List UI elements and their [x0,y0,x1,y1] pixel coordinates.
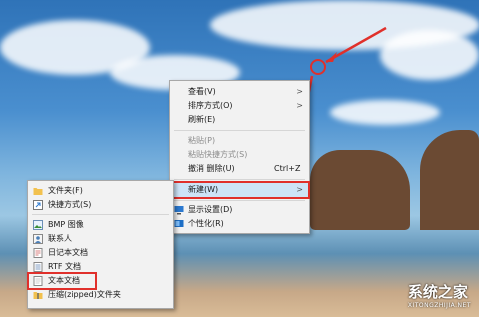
rtf-document-icon [33,262,43,272]
submenu-item-shortcut[interactable]: 快捷方式(S) [28,198,173,212]
folder-icon [33,188,43,195]
menu-item-shortcut: Ctrl+Z [274,164,301,173]
submenu-item-label: 快捷方式(S) [48,200,92,209]
menu-item-label: 显示设置(D) [188,205,233,214]
image-icon [33,220,43,230]
menu-item-label: 个性化(R) [188,219,224,228]
personalize-icon [174,220,184,227]
menu-item-display-settings[interactable]: 显示设置(D) [170,203,309,217]
submenu-item-journal-document[interactable]: 日记本文档 [28,246,173,260]
watermark-brand: 系统之家 [407,283,468,301]
menu-separator [174,179,305,180]
menu-item-label: 查看(V) [188,87,216,96]
submenu-item-label: RTF 文档 [48,262,82,271]
new-item-highlight [169,181,310,199]
submenu-item-label: 联系人 [48,234,72,243]
menu-item-refresh[interactable]: 刷新(E) [170,113,309,127]
desktop-context-menu: 查看(V) > 排序方式(O) > 刷新(E) 粘贴(P) 粘贴快捷方式(S) … [169,80,310,234]
submenu-item-label: 文件夹(F) [48,186,83,195]
watermark: 系统之家 XITONGZHIJIA.NET [408,281,471,309]
submenu-item-zip-folder[interactable]: 压缩(zipped)文件夹 [28,288,173,302]
submenu-item-bmp-image[interactable]: BMP 图像 [28,218,173,232]
contact-icon [33,234,43,244]
submenu-item-label: 日记本文档 [48,248,88,257]
menu-item-label: 刷新(E) [188,115,216,124]
new-submenu: 文件夹(F) 快捷方式(S) BMP 图像 联系人 日记本文档 RTF 文档 文… [27,180,174,309]
submenu-item-contact[interactable]: 联系人 [28,232,173,246]
menu-item-label: 粘贴(P) [188,136,216,145]
menu-separator [174,200,305,201]
menu-item-paste[interactable]: 粘贴(P) [170,134,309,148]
submenu-item-label: BMP 图像 [48,220,84,229]
zip-folder-icon [33,292,43,299]
menu-separator [174,130,305,131]
menu-item-undo-delete[interactable]: 撤消 删除(U) Ctrl+Z [170,162,309,176]
display-icon [174,206,184,215]
menu-separator [32,214,169,215]
watermark-url: XITONGZHIJIA.NET [407,302,471,309]
journal-icon [33,248,43,258]
menu-item-view[interactable]: 查看(V) > [170,85,309,99]
submenu-item-label: 压缩(zipped)文件夹 [48,290,121,299]
menu-item-label: 粘贴快捷方式(S) [188,150,248,159]
menu-item-sort-by[interactable]: 排序方式(O) > [170,99,309,113]
chevron-right-icon: > [296,87,303,96]
submenu-item-folder[interactable]: 文件夹(F) [28,184,173,198]
menu-item-personalize[interactable]: 个性化(R) [170,217,309,231]
menu-item-paste-shortcut[interactable]: 粘贴快捷方式(S) [170,148,309,162]
menu-item-label: 撤消 删除(U) [188,164,235,173]
shortcut-icon [33,200,43,210]
chevron-right-icon: > [296,101,303,110]
menu-item-label: 排序方式(O) [188,101,233,110]
text-document-highlight [27,272,97,290]
